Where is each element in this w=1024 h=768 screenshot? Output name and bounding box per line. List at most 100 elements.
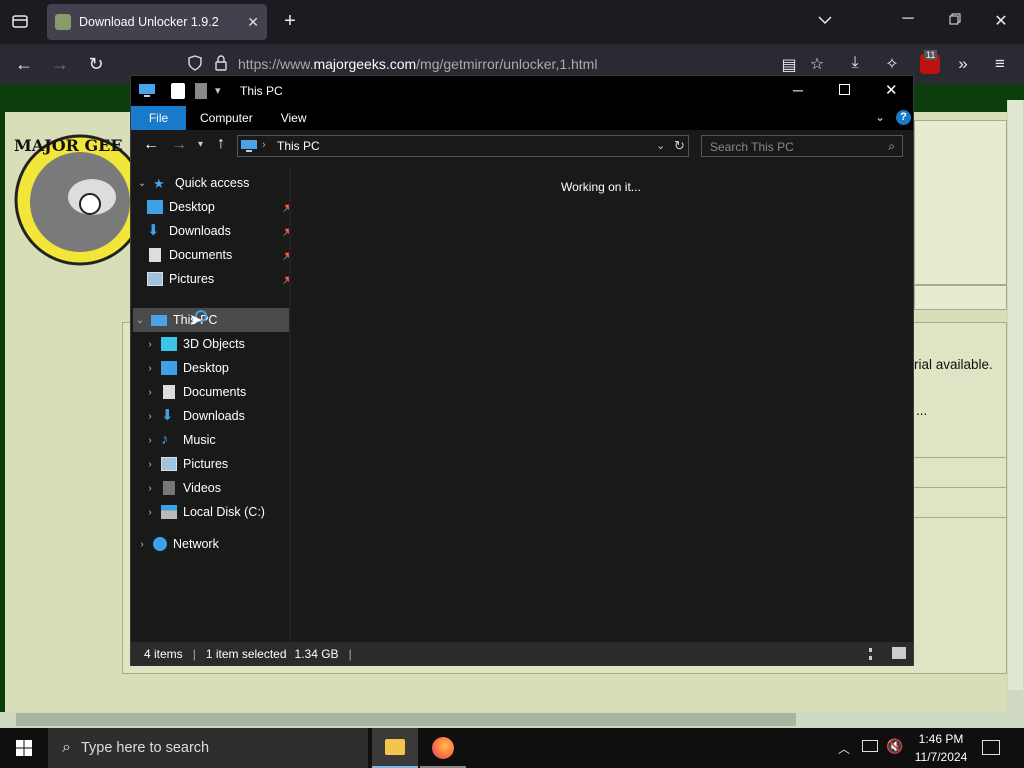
pictures-folder-icon	[147, 272, 163, 286]
explorer-title-bar[interactable]: ▾ This PC ─ ✕	[131, 76, 913, 106]
overflow-menu-icon[interactable]: »	[953, 54, 973, 74]
show-hidden-icons-chevron-icon[interactable]: ︿	[838, 740, 850, 757]
collapsed-chevron-icon[interactable]: ›	[143, 411, 157, 422]
forward-icon[interactable]: →	[50, 54, 70, 75]
recent-locations-chevron-icon[interactable]: ▾	[198, 139, 203, 150]
collapsed-chevron-icon[interactable]: ›	[143, 339, 157, 350]
page-scrollbar-h-thumb[interactable]	[16, 713, 796, 726]
up-one-level-icon[interactable]: ↑	[217, 135, 225, 153]
explorer-back-icon[interactable]: ←	[143, 136, 159, 154]
tree-item-downloads[interactable]: › ⬇ Downloads	[143, 404, 299, 428]
reload-icon[interactable]: ↻	[86, 54, 106, 75]
details-view-icon[interactable]	[869, 648, 883, 660]
refresh-icon[interactable]: ↻	[674, 138, 685, 154]
expanded-chevron-icon[interactable]: ⌄	[135, 178, 149, 189]
tree-item-3d-objects[interactable]: › 3D Objects	[143, 332, 299, 356]
pictures-folder-icon	[161, 457, 177, 471]
browser-tab-active[interactable]: Download Unlocker 1.9.2 ✕	[47, 4, 267, 40]
new-folder-qat-icon[interactable]	[195, 83, 207, 99]
collapsed-chevron-icon[interactable]: ›	[143, 435, 157, 446]
back-icon[interactable]: ←	[14, 54, 34, 75]
ribbon-expand-chevron-icon[interactable]: ⌄	[875, 110, 885, 124]
tree-item-label: Local Disk (C:)	[183, 505, 265, 519]
hamburger-menu-icon[interactable]: ≡	[990, 54, 1010, 74]
address-separator-icon[interactable]: ›	[262, 139, 266, 151]
this-pc-icon	[139, 84, 155, 101]
tree-item-pictures[interactable]: › Pictures	[143, 452, 299, 476]
collapsed-chevron-icon[interactable]: ›	[143, 363, 157, 374]
ribbon-tab-file[interactable]: File	[131, 106, 186, 130]
tree-item-quick-access[interactable]: ⌄ ★ Quick access	[135, 171, 291, 195]
notifications-icon[interactable]	[982, 740, 1000, 755]
page-scrollbar-thumb[interactable]	[1008, 100, 1023, 690]
qat-customize-icon[interactable]: ▾	[215, 84, 221, 97]
bookmark-star-icon[interactable]: ☆	[807, 54, 827, 74]
tree-item-local-disk[interactable]: › Local Disk (C:)	[143, 500, 299, 524]
collapsed-chevron-icon[interactable]: ›	[143, 507, 157, 518]
shield-icon[interactable]	[186, 55, 204, 73]
clock-date[interactable]: 11/7/2024	[912, 750, 970, 764]
tab-title: Download Unlocker 1.9.2	[79, 15, 219, 29]
search-icon: ⌕	[888, 139, 895, 153]
taskbar-file-explorer[interactable]	[372, 728, 418, 768]
reader-view-icon[interactable]: ▤	[779, 55, 799, 75]
downloads-icon[interactable]: ⤓	[845, 54, 865, 72]
new-tab-icon[interactable]: +	[280, 10, 300, 33]
close-explorer-icon[interactable]: ✕	[885, 81, 898, 99]
volume-muted-icon[interactable]: 🔇	[886, 738, 903, 755]
tree-item-quick-downloads[interactable]: ⬇ Downloads 📌	[143, 219, 299, 243]
network-status-icon[interactable]	[862, 740, 878, 752]
explorer-search-input[interactable]: Search This PC ⌕	[701, 135, 903, 157]
ribbon-tab-computer[interactable]: Computer	[186, 111, 267, 125]
restore-browser-icon[interactable]	[945, 12, 965, 30]
tree-item-quick-pictures[interactable]: Pictures 📌	[143, 267, 299, 291]
explorer-forward-icon[interactable]: →	[171, 136, 187, 154]
windows-start-icon[interactable]	[16, 740, 32, 759]
navigation-pane: ⌄ ★ Quick access Desktop 📌 ⬇ Downloads 📌…	[131, 168, 295, 642]
address-bar[interactable]: › This PC ⌄ ↻	[237, 135, 689, 157]
file-list-pane[interactable]: Working on it...	[291, 168, 913, 642]
minimize-browser-icon[interactable]: ─	[898, 10, 918, 28]
lock-icon[interactable]	[212, 55, 230, 73]
minimize-explorer-icon[interactable]: ─	[793, 82, 803, 98]
maximize-explorer-icon[interactable]	[839, 84, 850, 98]
tree-item-documents[interactable]: › Documents	[143, 380, 299, 404]
collapsed-chevron-icon[interactable]: ›	[143, 387, 157, 398]
taskbar-search-box[interactable]: ⌕ Type here to search	[48, 728, 368, 768]
tree-item-label: Music	[183, 433, 216, 447]
address-dropdown-icon[interactable]: ⌄	[656, 139, 665, 152]
tree-item-this-pc[interactable]: ⌄ This PC	[133, 308, 289, 332]
collapsed-chevron-icon[interactable]: ›	[143, 459, 157, 470]
tab-manager-icon[interactable]	[10, 12, 30, 35]
close-browser-icon[interactable]: ✕	[991, 11, 1011, 31]
tree-item-quick-documents[interactable]: Documents 📌	[143, 243, 299, 267]
status-separator: |	[348, 647, 352, 661]
tree-item-label: Documents	[183, 385, 247, 399]
tree-item-label: Pictures	[183, 457, 229, 471]
address-text: This PC	[277, 139, 320, 153]
site-panel-top	[914, 120, 1007, 285]
large-icons-view-icon[interactable]	[892, 647, 906, 659]
properties-qat-icon[interactable]	[171, 83, 185, 99]
close-tab-icon[interactable]: ✕	[247, 14, 259, 31]
taskbar-firefox[interactable]	[420, 728, 466, 768]
explorer-ribbon: File Computer View ⌄ ?	[131, 106, 913, 130]
expanded-chevron-icon[interactable]: ⌄	[133, 315, 147, 326]
collapsed-chevron-icon[interactable]: ›	[143, 483, 157, 494]
ribbon-tab-view[interactable]: View	[267, 111, 321, 125]
tree-item-quick-desktop[interactable]: Desktop 📌	[143, 195, 299, 219]
tree-item-network[interactable]: › Network	[135, 532, 291, 556]
tree-item-videos[interactable]: › Videos	[143, 476, 299, 500]
help-icon[interactable]: ?	[896, 110, 911, 125]
collapsed-chevron-icon[interactable]: ›	[135, 539, 149, 550]
list-tabs-chevron-icon[interactable]	[815, 12, 835, 30]
tree-item-desktop[interactable]: › Desktop	[143, 356, 299, 380]
music-note-icon: ♪	[161, 431, 169, 448]
extensions-icon[interactable]: ✧	[882, 54, 902, 74]
loading-message: Working on it...	[561, 180, 641, 194]
taskbar-search-icon: ⌕	[62, 739, 71, 756]
star-icon: ★	[153, 176, 165, 191]
site-text-fragment-1: rial available.	[914, 357, 993, 372]
clock-time[interactable]: 1:46 PM	[916, 732, 966, 746]
tree-item-music[interactable]: › ♪ Music	[143, 428, 299, 452]
